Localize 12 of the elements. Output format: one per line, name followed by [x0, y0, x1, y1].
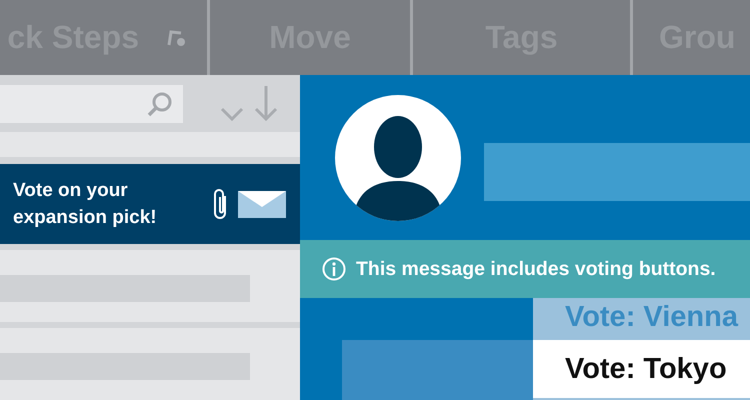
down-arrow-icon[interactable]: [254, 86, 278, 122]
avatar-silhouette-icon: [335, 94, 461, 220]
info-message: This message includes voting buttons.: [356, 258, 716, 280]
message-item[interactable]: Vote on your expansion pick!: [0, 164, 300, 244]
search-field[interactable]: [0, 84, 183, 123]
search-icon[interactable]: [147, 90, 173, 117]
envelope-icon: [238, 190, 286, 218]
chevron-down-icon[interactable]: [220, 106, 244, 122]
dialog-launcher-icon[interactable]: [167, 28, 187, 48]
vote-button[interactable]: Vote: Tokyo: [533, 340, 750, 398]
message-subject: Vote on your expansion pick!: [13, 179, 158, 230]
info-icon: [322, 257, 346, 281]
